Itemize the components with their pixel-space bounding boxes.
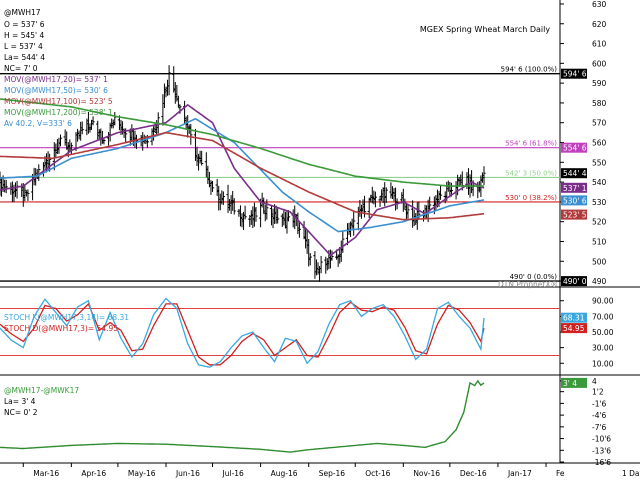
price-y-tick-label: 510 <box>592 237 607 246</box>
stoch-y-tick-label: 10.00 <box>592 359 614 368</box>
quote-high: H = 545' 4 <box>4 31 44 40</box>
quote-low: L = 537' 4 <box>4 42 43 51</box>
spread-legend-item: NC= 0' 2 <box>4 408 38 417</box>
x-tick-label: Fe <box>556 469 565 478</box>
price-y-tick-label: 520 <box>592 218 607 227</box>
x-interval-label: 1 Day <box>622 469 640 478</box>
price-y-tick-label: 580 <box>592 99 607 108</box>
stoch-legend-item: STOCH D(@MWH17,3)= 54.95 <box>4 324 118 333</box>
spread-legend-item: La= 3' 4 <box>4 397 36 406</box>
x-tick-label: Oct-16 <box>365 469 390 478</box>
x-tick-label: Jun-16 <box>175 469 200 478</box>
indicator-legend-item: MOV(@MWH17,50)= 530' 6 <box>4 86 108 95</box>
x-tick-label: Jul-16 <box>222 469 245 478</box>
price-value-tag: 554' 6 <box>563 144 587 153</box>
stoch-legend-item: STOCH K(@MWH17,3,14)= 68.31 <box>4 313 129 322</box>
x-tick-label: Nov-16 <box>413 469 440 478</box>
price-y-tick-label: 550 <box>592 158 607 167</box>
price-y-tick-label: 540 <box>592 178 607 187</box>
price-y-tick-label: 490 <box>592 277 607 286</box>
price-value-tag: 544' 4 <box>563 169 587 178</box>
fib-level-label: 530' 0 (38.2%) <box>505 194 557 202</box>
price-y-tick-label: 560 <box>592 139 607 148</box>
indicator-legend-item: MOV(@MWH17,100)= 523' 5 <box>4 97 113 106</box>
fib-level-label: 554' 6 (61.8%) <box>505 140 557 148</box>
x-tick-label: Aug-16 <box>271 469 298 478</box>
quote-last: La= 544' 4 <box>4 53 45 62</box>
price-value-tag: 490' 0 <box>563 277 587 286</box>
stoch-value-tag-group: 54.95 <box>561 323 587 334</box>
fib-level-label: 542' 3 (50.0%) <box>505 169 557 177</box>
spread-value-tag-group: 3' 4 <box>561 377 587 388</box>
x-tick-label: May-16 <box>128 469 156 478</box>
spread-y-tick-label: 4 <box>592 377 597 386</box>
price-value-tag-group: 544' 4 <box>561 168 587 179</box>
price-value-tag: 530' 6 <box>563 196 587 205</box>
spread-y-tick-label: -16'6 <box>592 458 611 467</box>
x-tick-label: Dec-16 <box>460 469 487 478</box>
price-y-tick-label: 630 <box>592 0 607 9</box>
price-y-tick-label: 530 <box>592 198 607 207</box>
fib-level-label: 594' 6 (100.0%) <box>501 66 558 74</box>
chart-title: MGEX Spring Wheat March Daily <box>420 25 550 34</box>
price-value-tag-group: 523' 5 <box>561 209 587 220</box>
stoch-y-tick-label: 90.00 <box>592 297 614 306</box>
x-tick-label: Apr-16 <box>81 469 106 478</box>
indicator-legend-item: MOV(@MWH17,20)= 537' 1 <box>4 75 108 84</box>
x-tick-label: Sep-16 <box>319 469 346 478</box>
x-tick-label: Mar-16 <box>33 469 59 478</box>
price-y-tick-label: 500 <box>592 257 607 266</box>
price-y-tick-label: 600 <box>592 59 607 68</box>
price-value-tag: 594' 6 <box>563 70 587 79</box>
spread-y-tick-label: -1'6 <box>592 399 607 408</box>
spread-y-tick-label: -4'6 <box>592 411 607 420</box>
price-value-tag-group: 554' 6 <box>561 142 587 153</box>
price-y-tick-label: 610 <box>592 40 607 49</box>
indicator-legend-item: Av 40.2, V=333' 6 <box>4 119 72 128</box>
symbol-label: @MWH17 <box>4 8 41 17</box>
price-y-tick-label: 590 <box>592 79 607 88</box>
x-tick-label: Jan-17 <box>507 469 532 478</box>
spread-y-tick-label: -7'6 <box>592 423 607 432</box>
stoch-value-tag-group: 68.31 <box>561 312 587 323</box>
spread-y-tick-label: 1'2 <box>592 388 604 397</box>
spread-y-tick-label: -13'6 <box>592 446 611 455</box>
stoch-value-tag: 68.31 <box>563 314 585 323</box>
spread-y-tick-label: -10'6 <box>592 435 611 444</box>
stoch-value-tag: 54.95 <box>563 324 585 333</box>
price-value-tag-group: 530' 6 <box>561 195 587 206</box>
price-value-tag: 537' 1 <box>563 184 587 193</box>
quote-net_change: NC= 7' 0 <box>4 64 38 73</box>
spread-value-tag: 3' 4 <box>563 379 577 388</box>
stoch-y-tick-label: 70.00 <box>592 312 614 321</box>
stoch-y-tick-label: 50.00 <box>592 328 614 337</box>
indicator-legend-item: MOV(@MWH17,200)= 538' 1 <box>4 108 113 117</box>
price-y-tick-label: 570 <box>592 119 607 128</box>
spread-legend-item: @MWH17-@MWK17 <box>4 386 79 395</box>
price-value-tag-group: 537' 1 <box>561 182 587 193</box>
price-value-tag-group: 594' 6 <box>561 68 587 79</box>
stoch-y-tick-label: 30.00 <box>592 344 614 353</box>
chart: Mar-16 Apr-16 May-16 Jun-16 Jul-16 Aug-16 Sep-… <box>0 0 640 480</box>
watermark: DTN ProphetX® <box>498 280 558 289</box>
price-y-tick-label: 620 <box>592 20 607 29</box>
price-value-tag: 523' 5 <box>563 211 587 220</box>
quote-open: O = 537' 6 <box>4 20 45 29</box>
price-value-tag-group: 490' 0 <box>561 276 587 287</box>
